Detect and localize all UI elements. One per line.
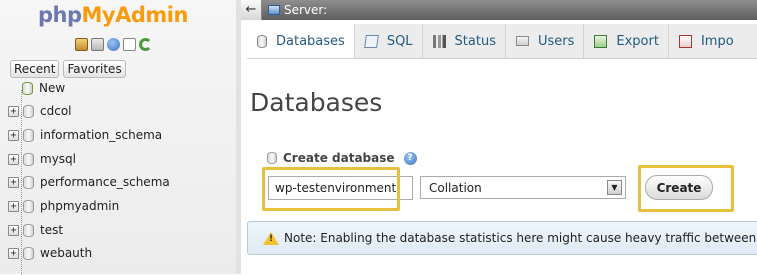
tree-item-label: information_schema [40, 128, 163, 142]
expand-icon[interactable]: + [8, 200, 19, 212]
tree-item-label: performance_schema [40, 175, 170, 189]
logout-icon[interactable] [91, 38, 104, 51]
collapse-nav-button[interactable]: ← [241, 0, 262, 20]
phpmyadmin-logo[interactable]: phpMyAdmin [38, 3, 188, 27]
favorites-button[interactable]: Favorites [63, 60, 126, 78]
breadcrumb-server[interactable]: Server: [284, 3, 327, 17]
tree-item-db[interactable]: + cdcol [8, 101, 72, 121]
expand-icon[interactable]: + [8, 176, 19, 188]
tree-item-db[interactable]: + test [8, 220, 63, 240]
tab-users[interactable]: Users [506, 24, 585, 58]
database-icon [23, 128, 34, 142]
highlight-input [262, 167, 400, 211]
navigation-panel: phpMyAdmin Recent Favorites New + cdcol … [0, 0, 237, 275]
database-icon [23, 223, 34, 237]
server-breadcrumb-bar: ← Server: [241, 0, 757, 20]
users-icon [515, 36, 529, 46]
sql-icon [363, 34, 379, 48]
expand-icon[interactable]: + [8, 153, 19, 165]
tree-item-label: cdcol [40, 104, 72, 118]
database-icon [257, 34, 267, 48]
tree-item-new[interactable]: New [22, 78, 65, 98]
warning-icon: ! [263, 231, 279, 245]
tree-item-db[interactable]: + webauth [8, 243, 92, 263]
tree-item-db[interactable]: + information_schema [8, 125, 162, 145]
tree-item-db[interactable]: + mysql [8, 149, 76, 169]
tree-item-label: phpmyadmin [40, 199, 120, 213]
help-icon[interactable] [107, 38, 120, 51]
recent-favorites-bar: Recent Favorites [10, 60, 126, 78]
tab-export[interactable]: Export [584, 24, 669, 58]
expand-icon[interactable]: + [8, 129, 19, 141]
expand-icon[interactable]: + [8, 105, 19, 117]
chevron-down-icon: ▼ [607, 180, 622, 195]
expand-icon[interactable]: + [8, 224, 19, 236]
database-icon [23, 175, 34, 189]
database-icon [23, 104, 34, 118]
reload-icon[interactable] [139, 38, 152, 51]
tab-import[interactable]: Impo [669, 24, 743, 58]
tree-item-db[interactable]: + performance_schema [8, 172, 170, 192]
home-icon[interactable] [75, 38, 88, 51]
docs-icon[interactable] [123, 38, 136, 51]
main-tabs: Databases SQL Status Users Export Impo [247, 24, 757, 59]
database-icon [23, 152, 34, 166]
database-icon [267, 152, 277, 164]
new-database-icon [22, 81, 33, 95]
collation-select[interactable]: Collation ▼ [420, 176, 626, 199]
tab-sql[interactable]: SQL [355, 24, 423, 58]
create-database-label: Create database ? [267, 151, 417, 165]
tree-item-label: webauth [40, 246, 93, 260]
panel-resizer[interactable] [236, 0, 241, 274]
tree-item-label: mysql [40, 152, 76, 166]
server-icon [268, 5, 280, 15]
tab-databases[interactable]: Databases [247, 24, 355, 58]
database-icon [23, 199, 34, 213]
notice-text: Note: Enabling the database statistics h… [284, 231, 757, 245]
notice-message: ! Note: Enabling the database statistics… [247, 221, 757, 255]
help-icon[interactable]: ? [403, 151, 417, 165]
tree-item-label: test [40, 223, 64, 237]
page-title: Databases [250, 88, 383, 117]
database-icon [23, 246, 34, 260]
recent-button[interactable]: Recent [10, 60, 60, 78]
import-icon [678, 34, 692, 48]
status-icon [432, 34, 446, 48]
export-icon [594, 34, 608, 48]
expand-icon[interactable]: + [8, 247, 19, 259]
tab-status[interactable]: Status [423, 24, 506, 58]
tree-item-db[interactable]: + phpmyadmin [8, 196, 119, 216]
nav-icon-bar [75, 38, 152, 51]
highlight-create [638, 165, 734, 212]
